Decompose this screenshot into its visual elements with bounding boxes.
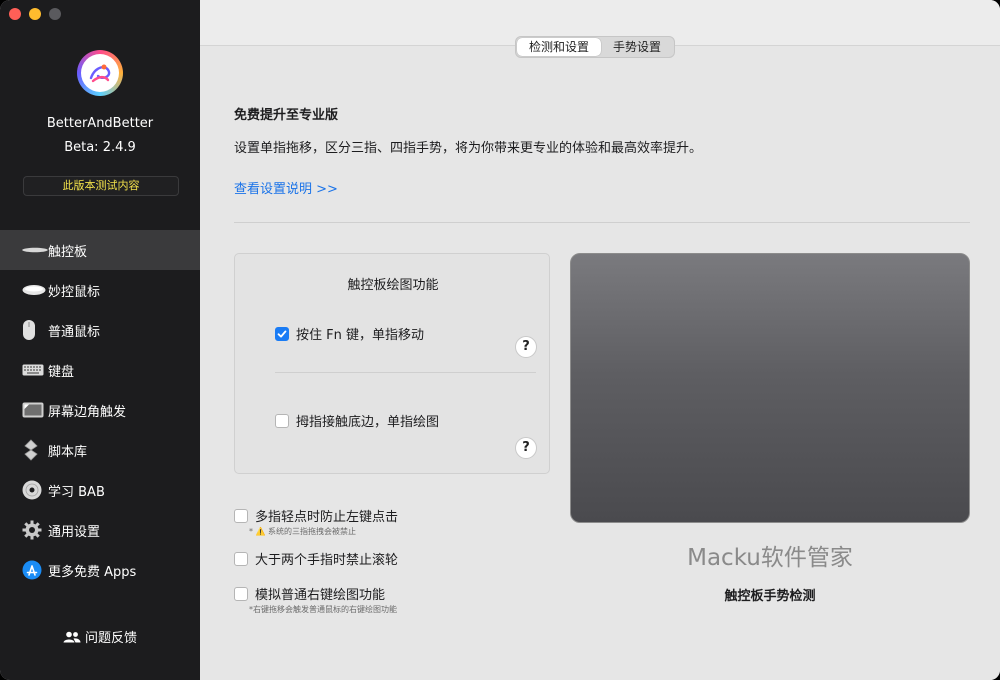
fn-drag-checkbox[interactable] bbox=[275, 326, 289, 341]
zoom-window-button[interactable] bbox=[49, 8, 61, 20]
disable-scroll-row[interactable]: 大于两个手指时禁止滚轮 bbox=[234, 549, 398, 568]
dvd-icon bbox=[22, 480, 48, 500]
upgrade-description: 设置单指拖移，区分三指、四指手势，将为你带来更专业的体验和最高效率提升。 bbox=[234, 141, 703, 156]
tab-detect-settings[interactable]: 检测和设置 bbox=[517, 38, 602, 56]
sidebar-item-label: 脚本库 bbox=[48, 444, 88, 460]
sidebar-item-label: 更多免费 Apps bbox=[48, 564, 137, 580]
app-logo-icon bbox=[89, 64, 111, 83]
sidebar-item-scripts[interactable]: 脚本库 bbox=[0, 430, 200, 470]
disable-scroll-checkbox[interactable] bbox=[234, 551, 248, 566]
app-name: BetterAndBetter bbox=[46, 116, 154, 131]
sidebar-item-magic-mouse[interactable]: 妙控鼠标 bbox=[0, 270, 200, 310]
minimize-window-button[interactable] bbox=[29, 8, 41, 20]
tab-gesture-settings[interactable]: 手势设置 bbox=[601, 38, 673, 56]
gear-icon bbox=[22, 520, 48, 540]
thumb-draw-checkbox[interactable] bbox=[275, 413, 289, 428]
sidebar-item-label: 妙控鼠标 bbox=[48, 284, 101, 300]
sidebar-item-trackpad[interactable]: 触控板 bbox=[0, 230, 200, 270]
window-controls bbox=[9, 8, 61, 20]
disable-scroll-label: 大于两个手指时禁止滚轮 bbox=[255, 553, 399, 568]
panel-divider bbox=[275, 372, 536, 373]
sidebar-item-label: 普通鼠标 bbox=[48, 324, 101, 340]
feedback-button[interactable]: 问题反馈 bbox=[0, 627, 200, 646]
drawing-panel-title: 触控板绘图功能 bbox=[347, 278, 439, 293]
beta-content-button[interactable]: 此版本测试内容 bbox=[23, 176, 179, 196]
sidebar-item-learn[interactable]: 学习 BAB bbox=[0, 470, 200, 510]
mouse-icon bbox=[22, 320, 48, 340]
sidebar-item-mouse[interactable]: 普通鼠标 bbox=[0, 310, 200, 350]
sidebar-item-label: 触控板 bbox=[48, 244, 88, 260]
screen-corner-icon bbox=[22, 400, 48, 420]
trackpad-label: 触控板手势检测 bbox=[724, 589, 816, 604]
close-window-button[interactable] bbox=[9, 8, 21, 20]
sidebar-item-label: 通用设置 bbox=[48, 524, 101, 540]
app-store-icon bbox=[22, 560, 48, 580]
settings-guide-link[interactable]: 查看设置说明 >> bbox=[234, 178, 338, 197]
tab-bar: 检测和设置 手势设置 bbox=[515, 36, 676, 58]
sidebar-nav: 触控板 妙控鼠标 普通鼠标 键盘 屏幕边角触发 脚本库 学习 BAB 通用设置 … bbox=[0, 230, 200, 590]
sidebar: BetterAndBetter Beta: 2.4.9 此版本测试内容 触控板 … bbox=[0, 0, 200, 680]
feedback-label: 问题反馈 bbox=[84, 631, 137, 646]
people-icon bbox=[63, 631, 81, 642]
sidebar-item-general-settings[interactable]: 通用设置 bbox=[0, 510, 200, 550]
help-button[interactable]: ? bbox=[515, 437, 537, 459]
watermark-text: Macku软件管家 bbox=[687, 545, 853, 571]
sidebar-item-more-apps[interactable]: 更多免费 Apps bbox=[0, 550, 200, 590]
trackpad-detection-area[interactable] bbox=[570, 253, 970, 523]
keyboard-icon bbox=[22, 360, 48, 380]
app-logo bbox=[77, 50, 123, 96]
checkmark-icon bbox=[277, 330, 287, 337]
main-content: 检测和设置 手势设置 免费提升至专业版 设置单指拖移，区分三指、四指手势，将为你… bbox=[200, 0, 1000, 680]
prevent-left-click-checkbox[interactable] bbox=[234, 508, 248, 523]
section-divider bbox=[234, 222, 970, 223]
app-window: BetterAndBetter Beta: 2.4.9 此版本测试内容 触控板 … bbox=[0, 0, 1000, 680]
trackpad-icon bbox=[22, 240, 48, 260]
thumb-draw-option[interactable]: 拇指接触底边，单指绘图 bbox=[275, 411, 439, 430]
sidebar-item-label: 键盘 bbox=[48, 364, 75, 380]
prevent-left-click-note: * ⚠️ 系统的三指拖拽会被禁止 bbox=[249, 527, 357, 536]
app-version: Beta: 2.4.9 bbox=[64, 140, 136, 155]
help-button[interactable]: ? bbox=[515, 336, 537, 358]
thumb-draw-label: 拇指接触底边，单指绘图 bbox=[296, 415, 440, 430]
upgrade-title: 免费提升至专业版 bbox=[234, 108, 339, 123]
right-click-draw-row[interactable]: 模拟普通右键绘图功能 bbox=[234, 584, 397, 603]
fn-drag-option[interactable]: 按住 Fn 键，单指移动 bbox=[275, 324, 424, 343]
right-click-draw-note: *右键拖移会触发普通鼠标的右键绘图功能 bbox=[249, 605, 397, 614]
prevent-left-click-row[interactable]: 多指轻点时防止左键点击 bbox=[234, 506, 398, 525]
script-icon bbox=[22, 439, 48, 461]
sidebar-item-label: 学习 BAB bbox=[48, 484, 105, 500]
disable-scroll-option: 大于两个手指时禁止滚轮 bbox=[234, 549, 398, 568]
prevent-left-click-label: 多指轻点时防止左键点击 bbox=[255, 510, 399, 525]
sidebar-item-label: 屏幕边角触发 bbox=[48, 404, 127, 420]
right-click-draw-checkbox[interactable] bbox=[234, 586, 248, 601]
magic-mouse-icon bbox=[22, 280, 48, 300]
drawing-panel: 触控板绘图功能 按住 Fn 键，单指移动 ? 拇指接触底边，单指绘图 ? bbox=[234, 253, 550, 474]
right-click-draw-option: 模拟普通右键绘图功能 *右键拖移会触发普通鼠标的右键绘图功能 bbox=[234, 584, 397, 615]
fn-drag-label: 按住 Fn 键，单指移动 bbox=[296, 328, 424, 343]
sidebar-item-screen-corners[interactable]: 屏幕边角触发 bbox=[0, 390, 200, 430]
right-click-draw-label: 模拟普通右键绘图功能 bbox=[255, 588, 386, 603]
sidebar-item-keyboard[interactable]: 键盘 bbox=[0, 350, 200, 390]
prevent-left-click-option: 多指轻点时防止左键点击 * ⚠️ 系统的三指拖拽会被禁止 bbox=[234, 506, 398, 537]
